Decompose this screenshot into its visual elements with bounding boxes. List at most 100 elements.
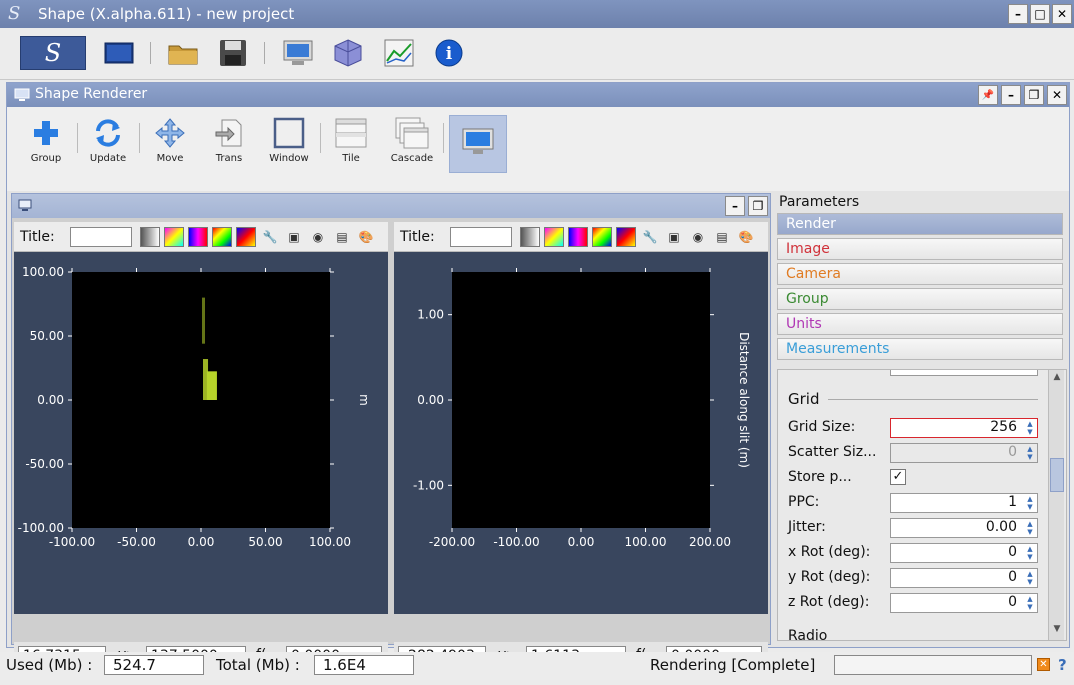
y-axis-label: m: [357, 394, 371, 406]
renderer-close-button[interactable]: ✕: [1047, 85, 1067, 105]
cut-off-field[interactable]: [890, 370, 1038, 376]
rainbow-palette-button[interactable]: [592, 227, 612, 247]
heat-palette-button[interactable]: [236, 227, 256, 247]
eye-icon[interactable]: ◉: [308, 227, 328, 247]
spin-arrows-icon[interactable]: ▲ ▼: [1024, 420, 1036, 436]
palette-icon[interactable]: 🎨: [736, 227, 756, 247]
view-restore-button[interactable]: ❐: [748, 196, 768, 216]
render-view-window: – ❐ Title: 🔧 ▣ ◉ ▤ 🎨 -100.00 -50.00 0.00…: [11, 193, 771, 670]
move-button[interactable]: Move: [141, 115, 199, 173]
right-title-input[interactable]: [450, 227, 512, 247]
left-plot-chart[interactable]: m -100.00 -50.00 0.00 50.00 100.00 100.00 50.00…: [14, 252, 388, 612]
section-camera[interactable]: Camera: [777, 263, 1063, 285]
grayscale-palette-button[interactable]: [520, 227, 540, 247]
heat-palette-button[interactable]: [616, 227, 636, 247]
left-title-input[interactable]: [70, 227, 132, 247]
save-icon[interactable]: ▤: [712, 227, 732, 247]
magenta-palette-button[interactable]: [568, 227, 588, 247]
x-tick-label: 50.00: [248, 535, 282, 549]
render-view-button[interactable]: [449, 115, 507, 173]
x-tick-label: 100.00: [625, 535, 667, 549]
move-icon: [155, 118, 185, 148]
monitor-icon: [14, 88, 30, 101]
param-value: 0: [1008, 569, 1017, 585]
x-tick-label: 0.00: [568, 535, 595, 549]
section-measurements[interactable]: Measurements: [777, 338, 1063, 360]
monitor-icon: [462, 128, 494, 154]
pastel-palette-button[interactable]: [544, 227, 564, 247]
renderer-toolbar: Group Update Move Trans Window Tile Casc…: [7, 107, 1069, 191]
logo-button[interactable]: S: [20, 36, 86, 70]
transform-icon: [215, 119, 242, 147]
update-button[interactable]: Update: [79, 115, 137, 173]
cut-off-label: Radio: [788, 628, 828, 641]
pastel-palette-button[interactable]: [164, 227, 184, 247]
section-units[interactable]: Units: [777, 313, 1063, 335]
rainbow-palette-button[interactable]: [212, 227, 232, 247]
close-button[interactable]: ✕: [1052, 4, 1072, 24]
save-icon[interactable]: ▤: [332, 227, 352, 247]
help-icon[interactable]: ?: [1058, 656, 1067, 674]
y-axis-label: Distance along slit (m): [737, 332, 751, 468]
palette-icon[interactable]: 🎨: [356, 227, 376, 247]
section-group[interactable]: Group: [777, 288, 1063, 310]
shape-renderer-window: Shape Renderer 📌 – ❐ ✕ Group Update Move…: [6, 82, 1070, 670]
plot-button[interactable]: [382, 36, 416, 70]
param-spinbox[interactable]: 0.00 ▲ ▼: [890, 518, 1038, 538]
spin-arrows-icon[interactable]: ▲ ▼: [1024, 545, 1036, 561]
wrench-icon[interactable]: 🔧: [260, 227, 280, 247]
spin-arrows-icon[interactable]: ▲ ▼: [1024, 495, 1036, 511]
trans-button[interactable]: Trans: [200, 115, 258, 173]
renderer-button[interactable]: [280, 36, 316, 70]
grayscale-palette-button[interactable]: [140, 227, 160, 247]
section-render[interactable]: Render: [777, 213, 1063, 235]
3d-view-button[interactable]: [330, 36, 366, 70]
maximize-button[interactable]: □: [1030, 4, 1050, 24]
param-spinbox[interactable]: 0 ▲ ▼: [890, 543, 1038, 563]
param-spinbox[interactable]: 0 ▲ ▼: [890, 593, 1038, 613]
param-spinbox[interactable]: 256 ▲ ▼: [890, 418, 1038, 438]
y-tick-label: 0.00: [37, 393, 64, 407]
parameters-panel: Parameters Render Image Camera Group Uni…: [775, 193, 1069, 645]
eye-icon[interactable]: ◉: [688, 227, 708, 247]
monitor-icon: [18, 199, 32, 211]
spin-arrows-icon[interactable]: ▲ ▼: [1024, 595, 1036, 611]
image-icon[interactable]: ▣: [664, 227, 684, 247]
store-checkbox[interactable]: ✓: [890, 469, 906, 485]
save-button[interactable]: [216, 36, 250, 70]
grid-heading: Grid: [788, 390, 820, 408]
x-tick-label: -200.00: [429, 535, 475, 549]
renderer-minimize-button[interactable]: –: [1001, 85, 1021, 105]
left-plot-toolbar: Title: 🔧 ▣ ◉ ▤ 🎨: [14, 222, 388, 252]
magenta-palette-button[interactable]: [188, 227, 208, 247]
section-image[interactable]: Image: [777, 238, 1063, 260]
spin-arrows-icon[interactable]: ▲ ▼: [1024, 520, 1036, 536]
render-parameters-scroll: Grid Grid Size: 256 ▲ ▼ Scatter Siz... 0 ▲ ▼ Sto…: [777, 369, 1067, 641]
param-spinbox[interactable]: 0 ▲ ▼: [890, 568, 1038, 588]
feature-mark: [206, 371, 217, 400]
right-plot-chart[interactable]: Velocity (km/s)-200.00-100.000.00100.002…: [394, 252, 768, 612]
parameters-scrollbar[interactable]: ▲ ▼: [1048, 370, 1064, 640]
render-status: Rendering [Complete]: [650, 656, 816, 674]
status-bar: Used (Mb) : 524.7 Total (Mb) : 1.6E4 Ren…: [0, 652, 1074, 680]
open-button[interactable]: [166, 36, 200, 70]
image-icon[interactable]: ▣: [284, 227, 304, 247]
spin-arrows-icon[interactable]: ▲ ▼: [1024, 570, 1036, 586]
param-value: 0.00: [985, 519, 1017, 535]
spin-arrows-icon[interactable]: ▲ ▼: [1024, 445, 1036, 461]
tile-button[interactable]: Tile: [322, 115, 380, 173]
wrench-icon[interactable]: 🔧: [640, 227, 660, 247]
desktop-button[interactable]: [102, 36, 136, 70]
group-button[interactable]: Group: [17, 115, 75, 173]
renderer-restore-button[interactable]: ❐: [1024, 85, 1044, 105]
view-minimize-button[interactable]: –: [725, 196, 745, 216]
cascade-button[interactable]: Cascade: [383, 115, 441, 173]
param-spinbox[interactable]: 1 ▲ ▼: [890, 493, 1038, 513]
minimize-button[interactable]: –: [1008, 4, 1028, 24]
stop-icon[interactable]: ✕: [1037, 658, 1050, 671]
info-button[interactable]: i: [432, 36, 466, 70]
pin-button[interactable]: 📌: [978, 85, 998, 105]
x-tick-label: -50.00: [117, 535, 156, 549]
x-tick-label: 100.00: [309, 535, 351, 549]
window-button[interactable]: Window: [260, 115, 318, 173]
